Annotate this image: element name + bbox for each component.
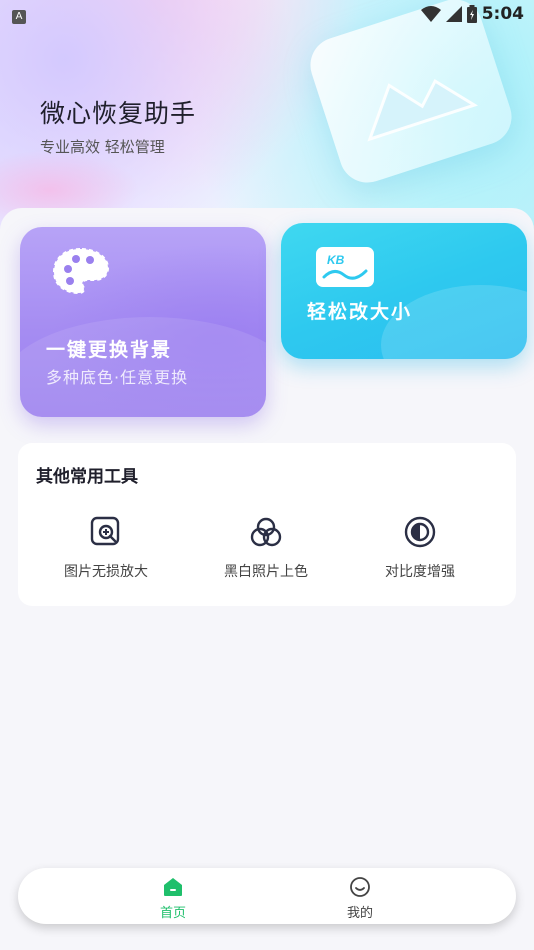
- decorative-image-icon: [303, 0, 519, 190]
- profile-icon: [350, 877, 370, 897]
- nav-label: 首页: [159, 906, 186, 921]
- kb-icon: KB: [316, 247, 374, 287]
- background-swap-card[interactable]: 一键更换背景 多种底色·任意更换: [20, 227, 266, 417]
- tool-image-upscale[interactable]: 图片无损放大: [31, 515, 181, 581]
- palette-icon: [52, 247, 110, 295]
- resize-card[interactable]: KB 轻松改大小: [281, 223, 527, 359]
- tool-label: 黑白照片上色: [224, 564, 308, 580]
- status-time: 5:04: [481, 4, 524, 24]
- bottom-navigation: 首页 我的: [18, 868, 516, 924]
- contrast-icon: [404, 516, 436, 548]
- tool-label: 图片无损放大: [64, 564, 148, 580]
- nav-home[interactable]: 首页: [133, 876, 213, 921]
- nav-label: 我的: [346, 906, 373, 921]
- section-heading: 其他常用工具: [36, 467, 138, 487]
- notification-badge: A: [12, 10, 26, 24]
- card-title: 轻松改大小: [307, 301, 413, 323]
- battery-icon: [466, 5, 477, 23]
- home-icon: [164, 878, 182, 896]
- svg-text:KB: KB: [327, 253, 345, 267]
- card-description: 多种底色·任意更换: [46, 368, 189, 387]
- image-zoom-icon: [90, 516, 120, 546]
- wifi-icon: [420, 6, 441, 22]
- common-tools-section: 其他常用工具 图片无损放大 黑白照片上色 对比度增强: [18, 443, 516, 606]
- status-bar: A 5:04: [0, 0, 534, 28]
- app-title: 微心恢复助手: [40, 99, 197, 128]
- card-title: 一键更换背景: [46, 339, 173, 361]
- tool-contrast[interactable]: 对比度增强: [345, 515, 495, 581]
- app-subtitle: 专业高效 轻松管理: [40, 138, 165, 156]
- signal-icon: [445, 6, 462, 22]
- nav-profile[interactable]: 我的: [320, 876, 400, 921]
- color-circles-icon: [250, 517, 282, 547]
- tool-colorize[interactable]: 黑白照片上色: [191, 515, 341, 581]
- tool-label: 对比度增强: [385, 564, 455, 580]
